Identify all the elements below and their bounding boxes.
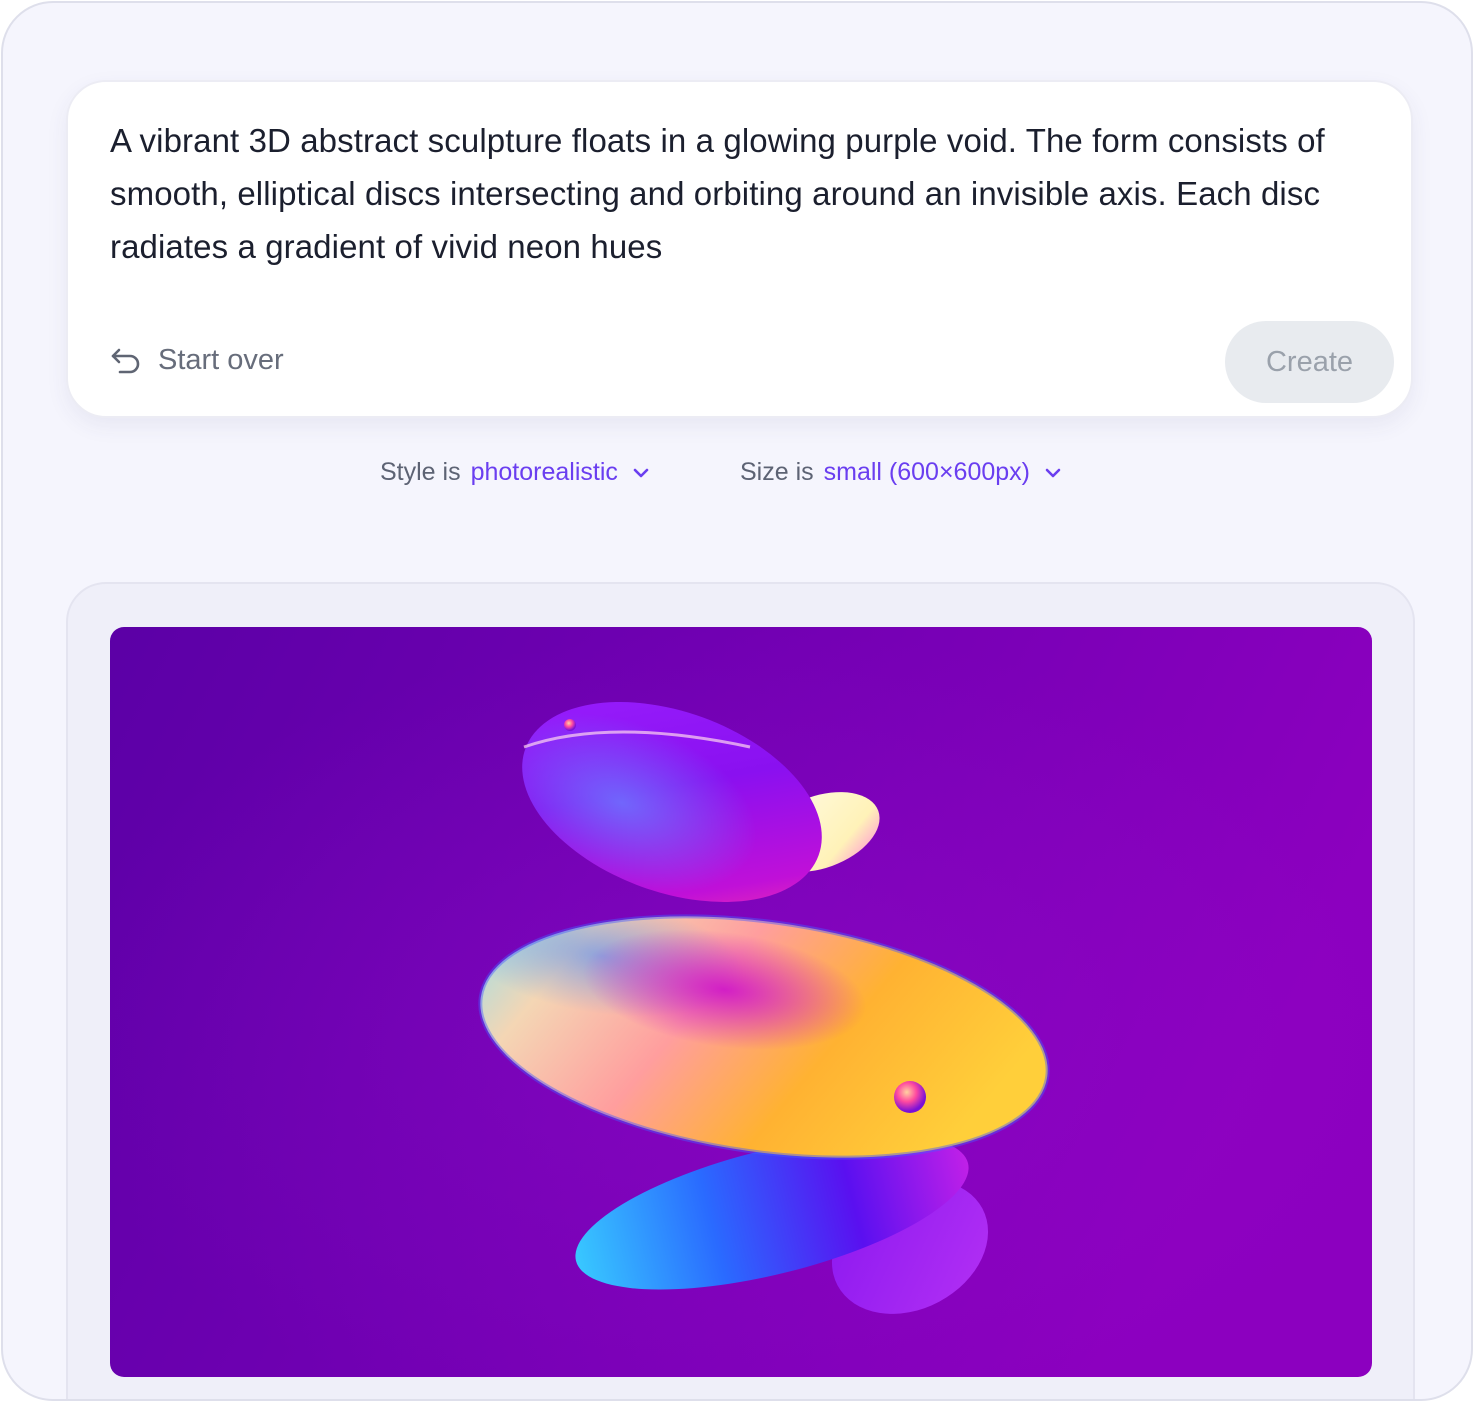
start-over-button[interactable]: Start over: [108, 342, 284, 378]
chevron-down-icon: [633, 468, 649, 477]
generated-image[interactable]: [110, 627, 1372, 1377]
size-dropdown[interactable]: Size is small (600×600px): [740, 458, 1064, 487]
prompt-input[interactable]: A vibrant 3D abstract sculpture floats i…: [110, 114, 1380, 273]
undo-arrow-icon: [111, 348, 140, 374]
prompt-card: A vibrant 3D abstract sculpture floats i…: [66, 80, 1413, 418]
size-prefix: Size is: [740, 458, 814, 486]
style-value: photorealistic: [470, 458, 618, 486]
size-value: small (600×600px): [823, 458, 1031, 486]
app-window: A vibrant 3D abstract sculpture floats i…: [1, 1, 1473, 1401]
abstract-sculpture-image: [110, 627, 1372, 1377]
result-panel: [66, 582, 1415, 1399]
generation-options: Style is photorealistic Size is small (6…: [3, 458, 1471, 494]
style-prefix: Style is: [380, 458, 461, 486]
start-over-label: Start over: [158, 343, 284, 376]
create-button[interactable]: Create: [1225, 321, 1394, 403]
style-dropdown[interactable]: Style is photorealistic: [380, 458, 652, 487]
chevron-down-icon: [1045, 468, 1061, 477]
